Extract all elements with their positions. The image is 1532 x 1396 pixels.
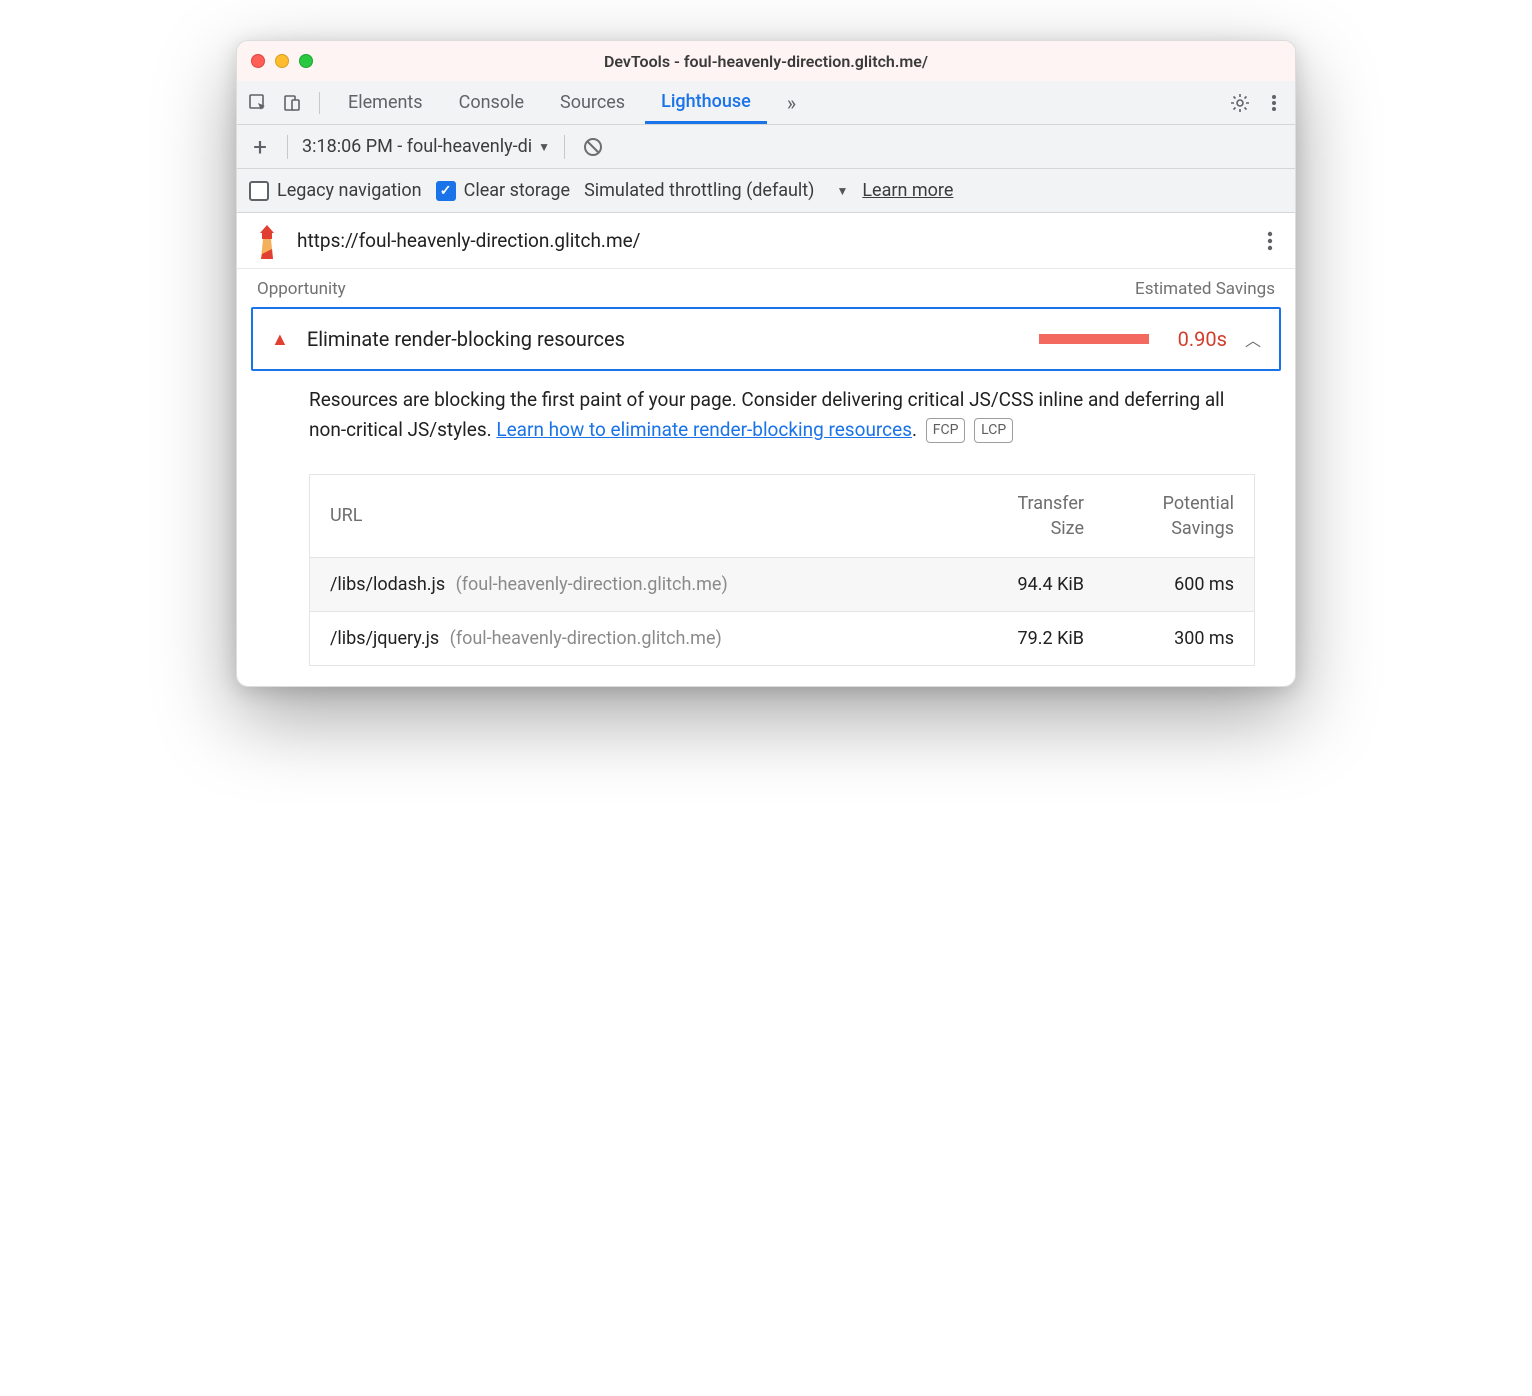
- clear-storage-checkbox[interactable]: [436, 181, 456, 201]
- inspect-element-icon[interactable]: [243, 88, 273, 118]
- resources-table: URL TransferSize PotentialSavings /libs/…: [309, 474, 1255, 666]
- metric-tag-fcp: FCP: [926, 418, 966, 442]
- new-report-button[interactable]: +: [247, 133, 273, 161]
- metric-tag-lcp: LCP: [974, 418, 1013, 442]
- separator: [564, 135, 565, 159]
- td-size: 94.4 KiB: [944, 574, 1084, 595]
- lighthouse-icon: [253, 225, 281, 257]
- maximize-window-button[interactable]: [299, 54, 313, 68]
- td-url: /libs/jquery.js (foul-heavenly-direction…: [330, 628, 944, 649]
- chevron-down-icon: ▼: [538, 140, 550, 154]
- tab-console[interactable]: Console: [443, 81, 540, 124]
- lighthouse-options: Legacy navigation Clear storage Simulate…: [237, 169, 1295, 213]
- desc-suffix: .: [912, 418, 917, 441]
- opportunity-title: Opportunity: [257, 279, 346, 299]
- chevron-up-icon: ︿: [1245, 327, 1261, 351]
- minimize-window-button[interactable]: [275, 54, 289, 68]
- device-toolbar-icon[interactable]: [277, 88, 307, 118]
- td-size: 79.2 KiB: [944, 628, 1084, 649]
- savings-title: Estimated Savings: [1135, 279, 1275, 299]
- table-row: /libs/jquery.js (foul-heavenly-direction…: [310, 611, 1254, 665]
- td-savings: 600 ms: [1084, 574, 1234, 595]
- th-url: URL: [330, 505, 944, 526]
- td-url: /libs/lodash.js (foul-heavenly-direction…: [330, 574, 944, 595]
- legacy-navigation-option[interactable]: Legacy navigation: [249, 180, 422, 201]
- clear-report-icon[interactable]: [583, 137, 603, 157]
- td-savings: 300 ms: [1084, 628, 1234, 649]
- table-row: /libs/lodash.js (foul-heavenly-direction…: [310, 557, 1254, 611]
- opportunity-header: Opportunity Estimated Savings: [237, 269, 1295, 307]
- titlebar: DevTools - foul-heavenly-direction.glitc…: [237, 41, 1295, 81]
- separator: [287, 135, 288, 159]
- desc-link[interactable]: Learn how to eliminate render-blocking r…: [496, 418, 912, 441]
- resource-host: (foul-heavenly-direction.glitch.me): [450, 628, 722, 649]
- th-potential-savings: PotentialSavings: [1084, 491, 1234, 541]
- close-window-button[interactable]: [251, 54, 265, 68]
- resource-path: /libs/lodash.js: [330, 574, 445, 595]
- report-url-bar: https://foul-heavenly-direction.glitch.m…: [237, 213, 1295, 269]
- throttling-label: Simulated throttling (default): [584, 180, 814, 201]
- savings-value: 0.90s: [1167, 327, 1227, 351]
- window-title: DevTools - foul-heavenly-direction.glitc…: [237, 52, 1295, 71]
- savings-bar: [1039, 334, 1149, 344]
- report-menu-icon[interactable]: [1261, 230, 1279, 252]
- report-url: https://foul-heavenly-direction.glitch.m…: [297, 229, 1245, 252]
- resource-host: (foul-heavenly-direction.glitch.me): [456, 574, 728, 595]
- learn-more-link[interactable]: Learn more: [862, 180, 953, 201]
- settings-icon[interactable]: [1225, 88, 1255, 118]
- table-header: URL TransferSize PotentialSavings: [310, 475, 1254, 557]
- tabs-overflow-icon[interactable]: »: [771, 81, 812, 124]
- opportunity-item[interactable]: ▲ Eliminate render-blocking resources 0.…: [251, 307, 1281, 371]
- clear-storage-option[interactable]: Clear storage: [436, 180, 570, 201]
- legacy-label: Legacy navigation: [277, 180, 422, 201]
- clear-storage-label: Clear storage: [464, 180, 570, 201]
- lighthouse-toolbar: + 3:18:06 PM - foul-heavenly-di ▼: [237, 125, 1295, 169]
- main-toolbar: Elements Console Sources Lighthouse »: [237, 81, 1295, 125]
- tab-lighthouse[interactable]: Lighthouse: [645, 81, 767, 124]
- window-controls: [251, 54, 313, 68]
- opportunity-label: Eliminate render-blocking resources: [307, 327, 1021, 351]
- throttling-selector[interactable]: Simulated throttling (default) ▼: [584, 180, 848, 201]
- th-transfer-size: TransferSize: [944, 491, 1084, 541]
- fail-triangle-icon: ▲: [271, 329, 289, 350]
- tab-sources[interactable]: Sources: [544, 81, 641, 124]
- resource-path: /libs/jquery.js: [330, 628, 439, 649]
- legacy-checkbox[interactable]: [249, 181, 269, 201]
- opportunity-description: Resources are blocking the first paint o…: [237, 381, 1295, 450]
- report-selector-label: 3:18:06 PM - foul-heavenly-di: [302, 136, 532, 157]
- separator: [319, 92, 320, 114]
- devtools-window: DevTools - foul-heavenly-direction.glitc…: [236, 40, 1296, 687]
- chevron-down-icon: ▼: [836, 184, 848, 198]
- tab-elements[interactable]: Elements: [332, 81, 439, 124]
- more-options-icon[interactable]: [1259, 88, 1289, 118]
- report-selector[interactable]: 3:18:06 PM - foul-heavenly-di ▼: [302, 136, 550, 157]
